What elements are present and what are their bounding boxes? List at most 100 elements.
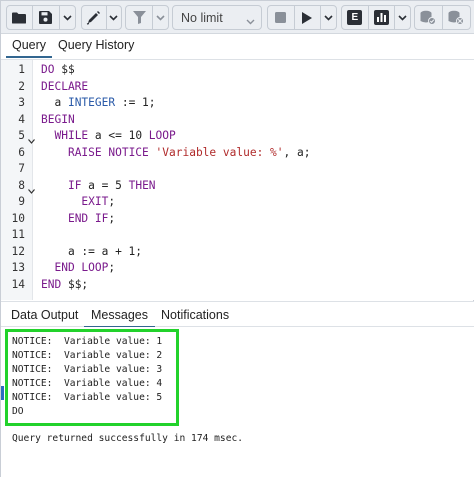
analyze-icon bbox=[373, 10, 389, 25]
code-line: 14 END $$; bbox=[1, 277, 474, 294]
code-line: 5 WHILE a <= 10 LOOP bbox=[1, 128, 474, 145]
execute-button-group bbox=[267, 5, 337, 30]
sql-keyword: BEGIN bbox=[41, 112, 75, 126]
sql-text: ; bbox=[108, 261, 116, 274]
code-text: END $$; bbox=[41, 277, 88, 294]
explain-analyze-button[interactable] bbox=[369, 6, 396, 29]
line-number: 6 bbox=[18, 145, 25, 159]
explain-button-group: E bbox=[341, 5, 411, 30]
query-tool-window: No limit E Query Query History 1 DO $$ 2… bbox=[0, 0, 474, 477]
chevron-down-icon bbox=[398, 14, 407, 21]
output-tabs: Data Output Messages Notifications bbox=[1, 301, 474, 328]
code-line: 4 BEGIN bbox=[1, 112, 474, 129]
sql-keyword: IF bbox=[67, 178, 82, 192]
code-text: a INTEGER := 1; bbox=[41, 95, 155, 112]
folder-icon bbox=[11, 12, 27, 24]
save-file-button[interactable] bbox=[33, 6, 61, 29]
chevron-down-icon bbox=[246, 14, 255, 28]
sql-keyword: END LOOP bbox=[54, 261, 109, 274]
filter-button[interactable] bbox=[126, 6, 154, 29]
transaction-button-group bbox=[414, 5, 471, 30]
line-number: 8 bbox=[18, 178, 25, 192]
edit-button-group bbox=[81, 5, 122, 30]
line-number: 11 bbox=[11, 228, 25, 241]
code-text: DO $$ bbox=[41, 62, 75, 79]
sql-keyword: DO bbox=[41, 63, 55, 76]
tab-query-history[interactable]: Query History bbox=[58, 38, 134, 52]
code-text: EXIT; bbox=[41, 194, 115, 211]
sql-keyword: END bbox=[41, 277, 62, 291]
sql-editor[interactable]: 1 DO $$ 2 DECLARE 3 a INTEGER := 1; 4 BEGIN 5 W… bbox=[1, 60, 474, 300]
line-number: 12 bbox=[11, 244, 25, 258]
sql-text: , a; bbox=[283, 145, 311, 159]
code-text: IF a = 5 THEN bbox=[41, 178, 156, 195]
line-number: 13 bbox=[11, 261, 25, 274]
status-message: Query returned successfully in 174 msec. bbox=[12, 433, 244, 444]
execute-options-dropdown[interactable] bbox=[321, 6, 336, 29]
commit-icon bbox=[420, 10, 437, 25]
code-line: 9 EXIT; bbox=[1, 194, 474, 211]
sql-keyword: LOOP bbox=[148, 129, 176, 142]
code-line: 13 END LOOP; bbox=[1, 260, 474, 277]
filter-options-dropdown[interactable] bbox=[153, 6, 168, 29]
line-number: 14 bbox=[11, 277, 25, 291]
stop-button[interactable] bbox=[268, 6, 295, 29]
execute-button[interactable] bbox=[295, 6, 322, 29]
tab-messages[interactable]: Messages bbox=[84, 308, 155, 328]
panel-resize-handle[interactable] bbox=[1, 386, 4, 400]
code-text: BEGIN bbox=[41, 112, 75, 129]
explain-button[interactable]: E bbox=[342, 6, 369, 29]
code-line: 2 DECLARE bbox=[1, 79, 474, 96]
code-text: END LOOP; bbox=[41, 260, 115, 277]
code-text: RAISE NOTICE 'Variable value: %', a; bbox=[41, 145, 311, 162]
sql-keyword: WHILE bbox=[54, 129, 89, 142]
line-number: 9 bbox=[18, 195, 25, 208]
row-limit-select[interactable]: No limit bbox=[172, 5, 262, 30]
play-icon bbox=[302, 11, 313, 24]
sql-type: INTEGER bbox=[67, 96, 116, 109]
message-line: NOTICE: Variable value: 2 bbox=[12, 350, 163, 361]
tab-notifications[interactable]: Notifications bbox=[161, 308, 229, 322]
filter-icon bbox=[132, 11, 146, 24]
line-number: 5 bbox=[18, 129, 25, 142]
stop-icon bbox=[275, 12, 287, 23]
chevron-down-icon bbox=[324, 14, 333, 21]
message-line: DO bbox=[12, 406, 24, 417]
save-icon bbox=[39, 11, 53, 24]
code-line: 7 bbox=[1, 161, 474, 178]
message-line: NOTICE: Variable value: 1 bbox=[12, 336, 163, 347]
tab-query[interactable]: Query bbox=[5, 38, 53, 58]
chevron-down-icon bbox=[156, 14, 165, 21]
editor-tabs: Query Query History bbox=[1, 34, 474, 60]
edit-options-dropdown[interactable] bbox=[107, 6, 121, 29]
sql-text: ; bbox=[108, 195, 116, 208]
filter-button-group bbox=[125, 5, 169, 30]
pencil-icon bbox=[86, 10, 102, 25]
save-options-dropdown[interactable] bbox=[60, 6, 75, 29]
sql-keyword: EXIT bbox=[81, 195, 109, 208]
explain-icon: E bbox=[347, 10, 363, 25]
tab-data-output[interactable]: Data Output bbox=[11, 308, 78, 322]
code-line: 8 IF a = 5 THEN bbox=[1, 178, 474, 195]
sql-keyword: RAISE NOTICE bbox=[67, 145, 149, 159]
rollback-button[interactable] bbox=[443, 6, 470, 29]
message-line: NOTICE: Variable value: 3 bbox=[12, 364, 163, 375]
explain-options-dropdown[interactable] bbox=[395, 6, 410, 29]
message-line: NOTICE: Variable value: 4 bbox=[12, 378, 163, 389]
code-text: DECLARE bbox=[41, 79, 88, 96]
code-text: WHILE a <= 10 LOOP bbox=[41, 128, 176, 145]
line-number: 1 bbox=[18, 63, 25, 76]
sql-text: a = 5 bbox=[81, 178, 129, 192]
commit-button[interactable] bbox=[415, 6, 443, 29]
open-file-button[interactable] bbox=[7, 6, 33, 29]
code-line: 10 END IF; bbox=[1, 211, 474, 228]
chevron-down-icon bbox=[109, 14, 118, 21]
edit-button[interactable] bbox=[82, 6, 107, 29]
code-line: 11 bbox=[1, 227, 474, 244]
code-text: a := a + 1; bbox=[41, 244, 142, 261]
